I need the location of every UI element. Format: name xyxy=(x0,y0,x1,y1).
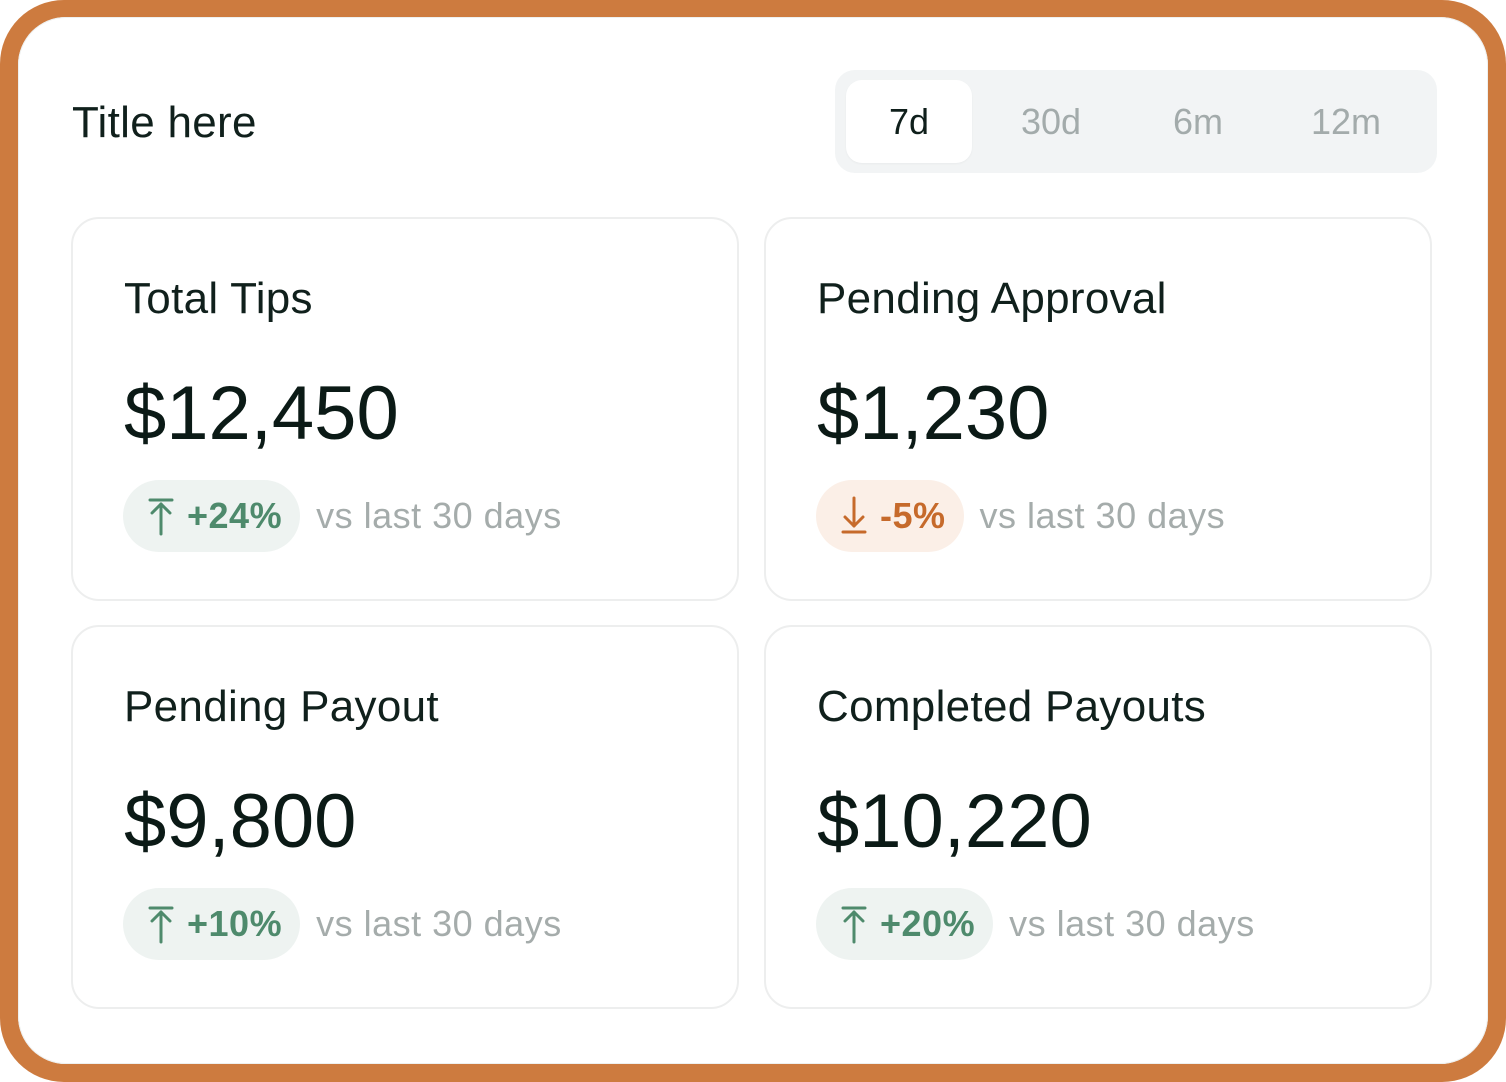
stat-card-total-tips: Total Tips $12,450 +24% vs last 30 days xyxy=(71,217,739,601)
outer-frame: Title here 7d 30d 6m 12m Total Tips $12,… xyxy=(0,0,1506,1082)
tab-30d[interactable]: 30d xyxy=(980,80,1122,163)
arrow-down-icon xyxy=(841,496,867,534)
stat-card-pending-approval: Pending Approval $1,230 -5% vs last 30 d… xyxy=(764,217,1432,601)
stat-value: $9,800 xyxy=(124,779,357,864)
trend-badge: +10% xyxy=(123,888,301,960)
delta-value: +10% xyxy=(187,903,283,944)
compare-label: vs last 30 days xyxy=(979,495,1226,536)
trend-badge: +20% xyxy=(816,888,994,960)
stat-value: $10,220 xyxy=(817,779,1092,864)
stat-label: Pending Payout xyxy=(124,682,439,731)
delta-row: +20% vs last 30 days xyxy=(816,888,1255,960)
panel-title: Title here xyxy=(72,98,257,147)
stat-label: Total Tips xyxy=(124,274,313,323)
trend-badge: +24% xyxy=(123,480,301,552)
compare-label: vs last 30 days xyxy=(1009,903,1255,944)
arrow-up-icon xyxy=(148,498,174,536)
stats-panel: Title here 7d 30d 6m 12m Total Tips $12,… xyxy=(18,17,1488,1064)
tab-12m[interactable]: 12m xyxy=(1275,80,1417,163)
delta-value: +24% xyxy=(187,495,283,536)
delta-value: +20% xyxy=(880,903,976,944)
tab-6m[interactable]: 6m xyxy=(1127,80,1269,163)
delta-value: -5% xyxy=(880,495,946,536)
date-range-tabs: 7d 30d 6m 12m xyxy=(835,70,1437,173)
delta-row: -5% vs last 30 days xyxy=(816,480,1225,552)
stat-value: $1,230 xyxy=(817,371,1050,456)
arrow-up-icon xyxy=(841,906,867,944)
stat-value: $12,450 xyxy=(124,371,399,456)
arrow-up-icon xyxy=(148,906,174,944)
compare-label: vs last 30 days xyxy=(316,495,562,536)
delta-row: +24% vs last 30 days xyxy=(123,480,562,552)
delta-row: +10% vs last 30 days xyxy=(123,888,562,960)
stat-card-pending-payout: Pending Payout $9,800 +10% vs last 30 da… xyxy=(71,625,739,1009)
compare-label: vs last 30 days xyxy=(316,903,562,944)
trend-badge: -5% xyxy=(816,480,964,552)
stat-label: Completed Payouts xyxy=(817,682,1207,731)
tab-7d[interactable]: 7d xyxy=(846,80,972,163)
stat-card-completed-payouts: Completed Payouts $10,220 +20% vs last 3… xyxy=(764,625,1432,1009)
stat-label: Pending Approval xyxy=(817,274,1167,323)
